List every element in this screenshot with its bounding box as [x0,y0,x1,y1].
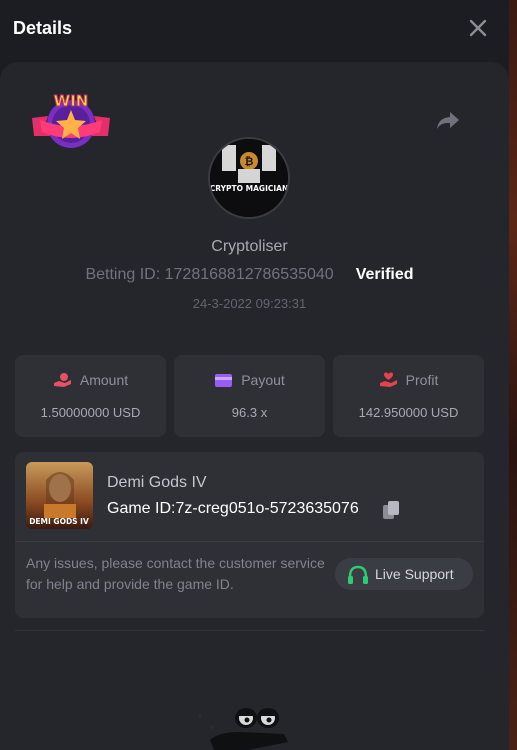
close-icon[interactable] [466,16,490,40]
section-divider [15,630,484,631]
stat-amount: Amount 1.50000000 USD [15,355,166,437]
live-support-button[interactable]: Live Support [335,558,473,590]
crocodile-mascot-icon [197,708,288,750]
game-name: Demi Gods IV [107,474,207,491]
betting-id-value: 1728168812786535040 [164,266,334,283]
svg-text:₿: ₿ [245,155,254,168]
stat-profit-label: Profit [405,372,439,388]
issue-text: Any issues, please contact the customer … [26,555,325,592]
game-id: Game ID:7z-creg051o-5723635076 [107,500,359,518]
betting-id-line: Betting ID: 1728168812786535040 Verified [0,266,499,284]
game-card-divider [15,541,484,542]
win-badge: WIN [32,92,110,148]
copy-icon[interactable] [382,500,400,520]
headset-icon [348,565,368,584]
hand-coin-icon [53,373,71,387]
game-id-label: Game ID: [107,500,176,517]
header: Details [0,0,509,58]
stat-profit: Profit 142.950000 USD [333,355,484,437]
background-edge [509,0,517,750]
stat-profit-value: 142.950000 USD [358,405,459,420]
game-id-value: 7z-creg051o-5723635076 [175,500,359,517]
stat-amount-value: 1.50000000 USD [40,405,141,420]
stat-payout-value: 96.3 x [231,405,268,420]
betting-id-label: Betting ID: [85,266,161,283]
magician-image: ₿ CRYPTO MAGICIAN [210,139,288,217]
avatar-caption: CRYPTO MAGICIAN [210,184,288,193]
hand-heart-icon [379,372,397,387]
page-title: Details [13,18,73,38]
stat-payout: Payout 96.3 x [174,355,325,437]
username: Cryptoliser [211,238,288,255]
live-support-label: Live Support [375,566,454,582]
verified-badge: Verified [355,266,414,283]
game-card: DEMI GODS IV Demi Gods IV Game ID:7z-cre… [15,452,484,618]
game-thumbnail[interactable]: DEMI GODS IV [26,462,93,529]
share-icon[interactable] [436,110,460,130]
avatar: ₿ CRYPTO MAGICIAN [208,137,290,219]
timestamp: 24-3-2022 09:23:31 [192,296,307,311]
win-badge-text: WIN [54,92,89,110]
card-icon [215,374,233,387]
game-thumbnail-text: DEMI GODS IV [29,517,89,526]
stat-amount-label: Amount [79,372,129,388]
stat-payout-label: Payout [241,372,285,388]
